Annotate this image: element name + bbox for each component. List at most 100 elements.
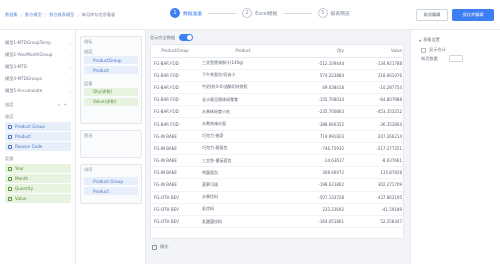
chip-label: Value(求和) xyxy=(93,99,117,104)
show-total-option[interactable]: 显示合计 xyxy=(421,47,446,53)
config-panel: 指标 维度 ProductGroup Product 度量 Qty(求和) Va… xyxy=(76,30,146,264)
table-row[interactable]: FG-BAR FOD 牛奶饼(4-6)油酥切块饼柜 49.038418 -10.287… xyxy=(151,81,403,95)
measure-field[interactable]: Month xyxy=(5,174,71,183)
dataset-item[interactable]: 模型3-MTD › xyxy=(5,62,73,72)
add-icon[interactable]: + xyxy=(63,102,67,107)
step-number: 1 xyxy=(170,8,180,18)
dimension-icon xyxy=(87,179,91,183)
data-table: ProductGroup Product Qty Value FG-BAR FO… xyxy=(150,44,404,239)
table-cell: 49.038418 xyxy=(287,81,347,95)
dimension-icon xyxy=(8,124,12,129)
save-edit-button[interactable]: 保存并编辑 xyxy=(452,9,494,21)
table-cell: FG-BAR FOD xyxy=(151,57,199,70)
table-row[interactable]: FG-OTH BEV 水果饮料 -507.133728 -437.862195 xyxy=(151,191,403,204)
show-all-data-toggle[interactable] xyxy=(179,34,194,41)
dataset-label: 模型1-MTDGroupTemp xyxy=(5,40,51,45)
page-size-input[interactable] xyxy=(449,55,463,62)
table-cell: 菠萝可颂 xyxy=(199,178,287,192)
table-cell: FG-IN BAKE xyxy=(151,166,199,180)
measure-field[interactable]: Year xyxy=(5,164,71,173)
breadcrumb-item[interactable]: 数仓维表模型 xyxy=(49,12,74,18)
field-label: Product Group xyxy=(15,124,45,129)
breadcrumb-item[interactable]: 数据集 xyxy=(5,12,18,18)
dataset-label: 模型4-MTDGroups xyxy=(5,76,42,81)
dimension-field[interactable]: Product Group xyxy=(5,122,71,131)
dimension-icon xyxy=(8,144,12,149)
cancel-edit-button[interactable]: 取消编辑 xyxy=(416,9,448,21)
table-cell: 水煮肉味炒面 xyxy=(199,117,287,131)
column-header[interactable]: Product xyxy=(199,45,287,58)
breadcrumb-item[interactable]: 数仓模型 xyxy=(25,12,42,18)
table-row[interactable]: FG-BAR FOD 长沙臭豆腐休闲零食 -155.708034 -64.807988 xyxy=(151,93,403,107)
show-all-data-row: 显示完全数据 xyxy=(150,34,194,41)
table-cell: -437.862195 xyxy=(347,191,403,204)
table-row[interactable]: FG-BAR FOD 下午茶面包·奶油小 574.223884 318.661076 xyxy=(151,69,403,82)
step-number: 3 xyxy=(317,8,328,18)
value-field-chip[interactable]: Value(求和) xyxy=(84,98,138,106)
table-cell: FG-IN BAKE xyxy=(151,178,199,192)
dimension-icon xyxy=(87,189,91,193)
row-field-chip[interactable]: ProductGroup xyxy=(84,56,138,64)
table-cell: 水果休闲食小吃 xyxy=(199,105,287,119)
table-row[interactable]: FG-BAR FOD 水果休闲食小吃 -235.700863 -453.353252 xyxy=(151,105,403,119)
step-report-preview[interactable]: 3 报表预览 xyxy=(317,8,350,18)
table-row[interactable]: FG-IN BAKE 巧克力-甜面包 -746.75932 -217.277251 xyxy=(151,142,403,156)
measure-field[interactable]: Quantity xyxy=(5,184,71,193)
dimension-icon xyxy=(8,134,12,139)
dimension-icon xyxy=(87,58,91,62)
table-header-row: ProductGroup Product Qty Value xyxy=(151,45,403,58)
column-header[interactable]: ProductGroup xyxy=(151,45,199,58)
table-cell: -8.037661 xyxy=(347,154,403,168)
column-header[interactable]: Value xyxy=(347,45,403,58)
search-icon[interactable]: ⌕ xyxy=(58,102,60,107)
breadcrumb-separator: / xyxy=(77,12,79,18)
dataset-item[interactable]: 模型2-YearMonthGroup › xyxy=(5,50,73,60)
table-cell: 下午茶面包·奶油小 xyxy=(199,69,287,82)
table-row[interactable]: FG-IN BAKE 巧克力-曲奇 719.991823 247.266214 xyxy=(151,130,403,143)
step-indicator: 1 数据准备 2 Excel模板 3 报表预览 xyxy=(170,8,350,18)
dataset-panel: 模型1-MTDGroupTemp › 模型2-YearMonthGroup › 模型… xyxy=(0,30,76,264)
measure-icon xyxy=(87,90,91,94)
step-excel-template[interactable]: 2 Excel模板 xyxy=(242,8,278,18)
table-row[interactable]: FG-IN BAKE 鸡蛋面包 308.60972 135.87858 xyxy=(151,166,403,180)
filter-box[interactable]: 筛选 xyxy=(80,130,142,158)
table-cell: 鸡蛋面包 xyxy=(199,166,287,180)
order-field-chip[interactable]: Product Group xyxy=(84,177,138,185)
table-row[interactable]: FG-OTH BEV 乳饮料 233.23692 -41.59189 xyxy=(151,203,403,216)
table-cell: FG-BAR FOD xyxy=(151,81,199,95)
dimension-field[interactable]: Reason Code xyxy=(5,142,71,151)
table-row[interactable]: FG-BAR FOD 三文鱼煲海鲜汁(140g) -512.109444 -134.9… xyxy=(151,57,403,70)
chevron-right-icon: › xyxy=(69,40,71,46)
measure-field[interactable]: Value xyxy=(5,194,71,203)
breadcrumb: 数据集 / 数仓模型 / 数仓维表模型 / 每月库存信息看板 xyxy=(5,12,115,18)
table-row[interactable]: FG-OTH BEV 乳酸菌饮料 -164.051861 52.258347 xyxy=(151,215,403,229)
dimension-field[interactable]: Product xyxy=(5,132,71,141)
step-data-prep[interactable]: 1 数据准备 xyxy=(170,8,202,18)
table-row[interactable]: FG-IN BAKE 菠萝可颂 -198.631862 302.271709 xyxy=(151,178,403,192)
table-cell: 乳饮料 xyxy=(199,203,287,216)
dataset-item[interactable]: 模型1-MTDGroupTemp › xyxy=(5,38,73,48)
table-row[interactable]: FG-IN BAKE 三文鱼-番茄面包 -14.63617 -8.037661 xyxy=(151,154,403,168)
table-cell: 长沙臭豆腐休闲零食 xyxy=(199,93,287,107)
row-field-chip[interactable]: Product xyxy=(84,66,138,74)
field-label: Month xyxy=(15,176,29,181)
value-field-chip[interactable]: Qty(求和) xyxy=(84,88,138,96)
table-mode-footer[interactable]: 模式 xyxy=(152,244,168,250)
order-field-chip[interactable]: Product xyxy=(84,187,138,195)
table-cell: FG-IN BAKE xyxy=(151,154,199,168)
values-label: 度量 xyxy=(84,81,93,86)
settings-title[interactable]: ▾ 表格设置 xyxy=(419,37,440,43)
settings-panel: ▾ 表格设置 显示合计 每页数量 xyxy=(410,30,500,264)
table-cell: 308.60972 xyxy=(287,166,347,180)
column-header[interactable]: Qty xyxy=(287,45,347,58)
chevron-right-icon: › xyxy=(69,64,71,70)
toggle-label: 显示完全数据 xyxy=(150,34,176,40)
dataset-item[interactable]: 模型5-Accumulate › xyxy=(5,86,73,96)
show-total-checkbox[interactable] xyxy=(421,47,426,53)
table-row[interactable]: FG-BAR FOD 水煮肉味炒面 -388.666352 -36.352864 xyxy=(151,117,403,131)
table-cell: -14.63617 xyxy=(287,154,347,168)
measure-icon xyxy=(8,196,12,201)
footer-label: 模式 xyxy=(160,244,169,249)
dataset-item[interactable]: 模型4-MTDGroups › xyxy=(5,74,73,84)
indicator-box: 指标 维度 ProductGroup Product 度量 Qty(求和) Va… xyxy=(80,36,142,124)
